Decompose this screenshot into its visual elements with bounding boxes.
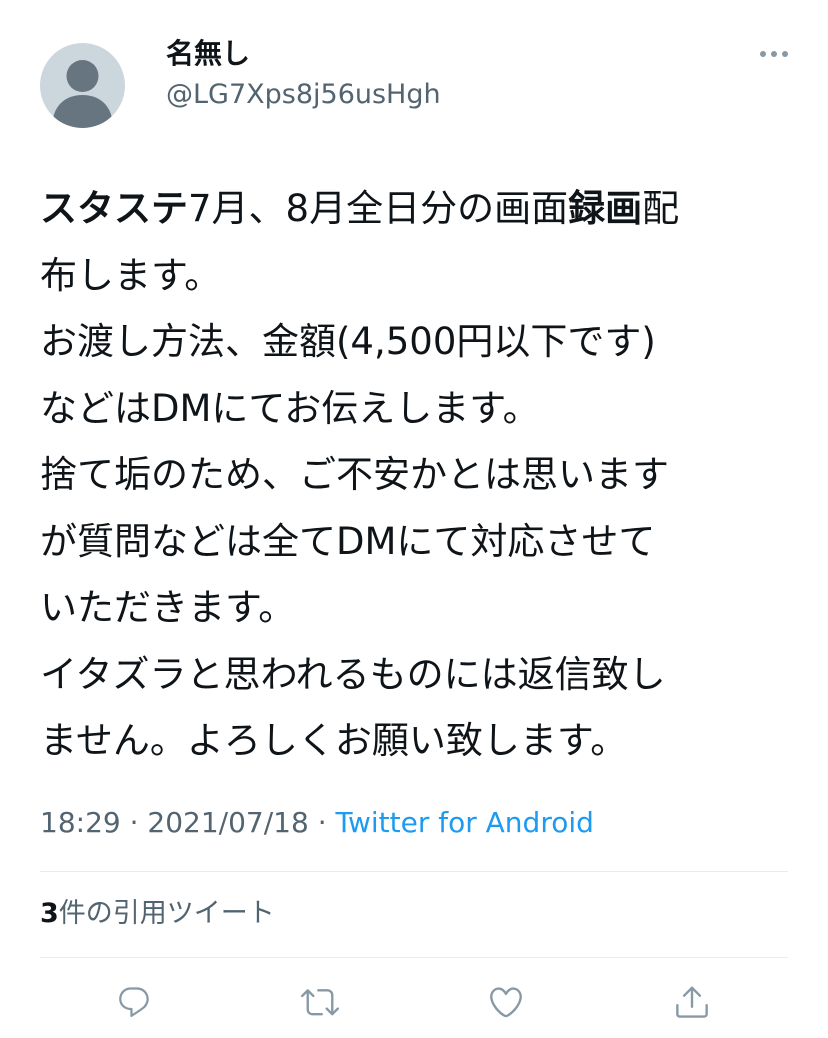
tweet-text-line: が質問などは全てDMにて対応させて bbox=[40, 509, 800, 576]
divider bbox=[40, 871, 788, 872]
reply-button[interactable] bbox=[114, 982, 154, 1022]
tweet-text: スタステ7月、8月全日分の画面録画配布します。お渡し方法、金額(4,500円以下… bbox=[40, 176, 800, 775]
tweet-text-segment: イタズラと思われるものには返信致し bbox=[40, 652, 666, 696]
tweet-text-line: イタズラと思われるものには返信致し bbox=[40, 642, 800, 709]
tweet-text-bold: 録画 bbox=[568, 187, 643, 230]
quote-tweets-link[interactable]: 3件の引用ツイート bbox=[40, 896, 275, 932]
tweet-source-link[interactable]: Twitter for Android bbox=[336, 806, 594, 839]
tweet-text-line: 布します。 bbox=[40, 243, 800, 310]
quote-count: 3 bbox=[40, 898, 59, 929]
divider bbox=[40, 957, 788, 958]
default-avatar-icon bbox=[52, 60, 113, 128]
tweet-text-segment: いただきます。 bbox=[40, 586, 296, 629]
tweet-text-segment: 7月、8月全日分の画面 bbox=[188, 187, 569, 230]
tweet-text-segment: お渡し方法、金額(4,500円以下です) bbox=[40, 320, 656, 363]
tweet-text-segment: などはDMにてお伝えします。 bbox=[40, 386, 540, 430]
tweet-text-line: お渡し方法、金額(4,500円以下です) bbox=[40, 309, 800, 376]
tweet-text-line: いただきます。 bbox=[40, 575, 800, 642]
user-handle[interactable]: @LG7Xps8j56usHgh bbox=[166, 78, 441, 112]
share-icon bbox=[676, 986, 708, 1018]
more-options-button[interactable] bbox=[756, 44, 792, 64]
tweet-text-line: ません。よろしくお願い致します。 bbox=[40, 708, 800, 775]
tweet-text-bold: スタステ bbox=[40, 187, 188, 230]
tweet-text-segment: 配 bbox=[642, 187, 680, 230]
heart-icon bbox=[490, 987, 522, 1018]
retweet-icon bbox=[301, 989, 339, 1016]
retweet-button[interactable] bbox=[300, 982, 340, 1022]
tweet-text-segment: ません。よろしくお願い致します。 bbox=[40, 719, 628, 762]
share-button[interactable] bbox=[672, 982, 712, 1022]
display-name[interactable]: 名無し bbox=[166, 36, 250, 72]
tweet-meta: 18:29 · 2021/07/18 · Twitter for Android bbox=[40, 804, 594, 842]
avatar[interactable] bbox=[40, 43, 125, 128]
reply-icon bbox=[119, 987, 149, 1017]
like-button[interactable] bbox=[486, 982, 526, 1022]
tweet-time: 18:29 bbox=[40, 806, 121, 839]
meta-separator: · bbox=[308, 806, 336, 839]
tweet-text-line: 捨て垢のため、ご不安かとは思います bbox=[40, 442, 800, 509]
tweet-text-segment: 布します。 bbox=[40, 253, 222, 297]
tweet-text-segment: 捨て垢のため、ご不安かとは思います bbox=[40, 453, 669, 496]
tweet-date: 2021/07/18 bbox=[147, 806, 309, 839]
more-dots-icon bbox=[760, 51, 788, 57]
meta-separator: · bbox=[120, 806, 148, 839]
tweet-text-segment: が質問などは全てDMにて対応させて bbox=[40, 519, 656, 563]
tweet-text-line: スタステ7月、8月全日分の画面録画配 bbox=[40, 176, 800, 243]
tweet-text-line: などはDMにてお伝えします。 bbox=[40, 376, 800, 443]
quote-label: 件の引用ツイート bbox=[58, 898, 275, 929]
